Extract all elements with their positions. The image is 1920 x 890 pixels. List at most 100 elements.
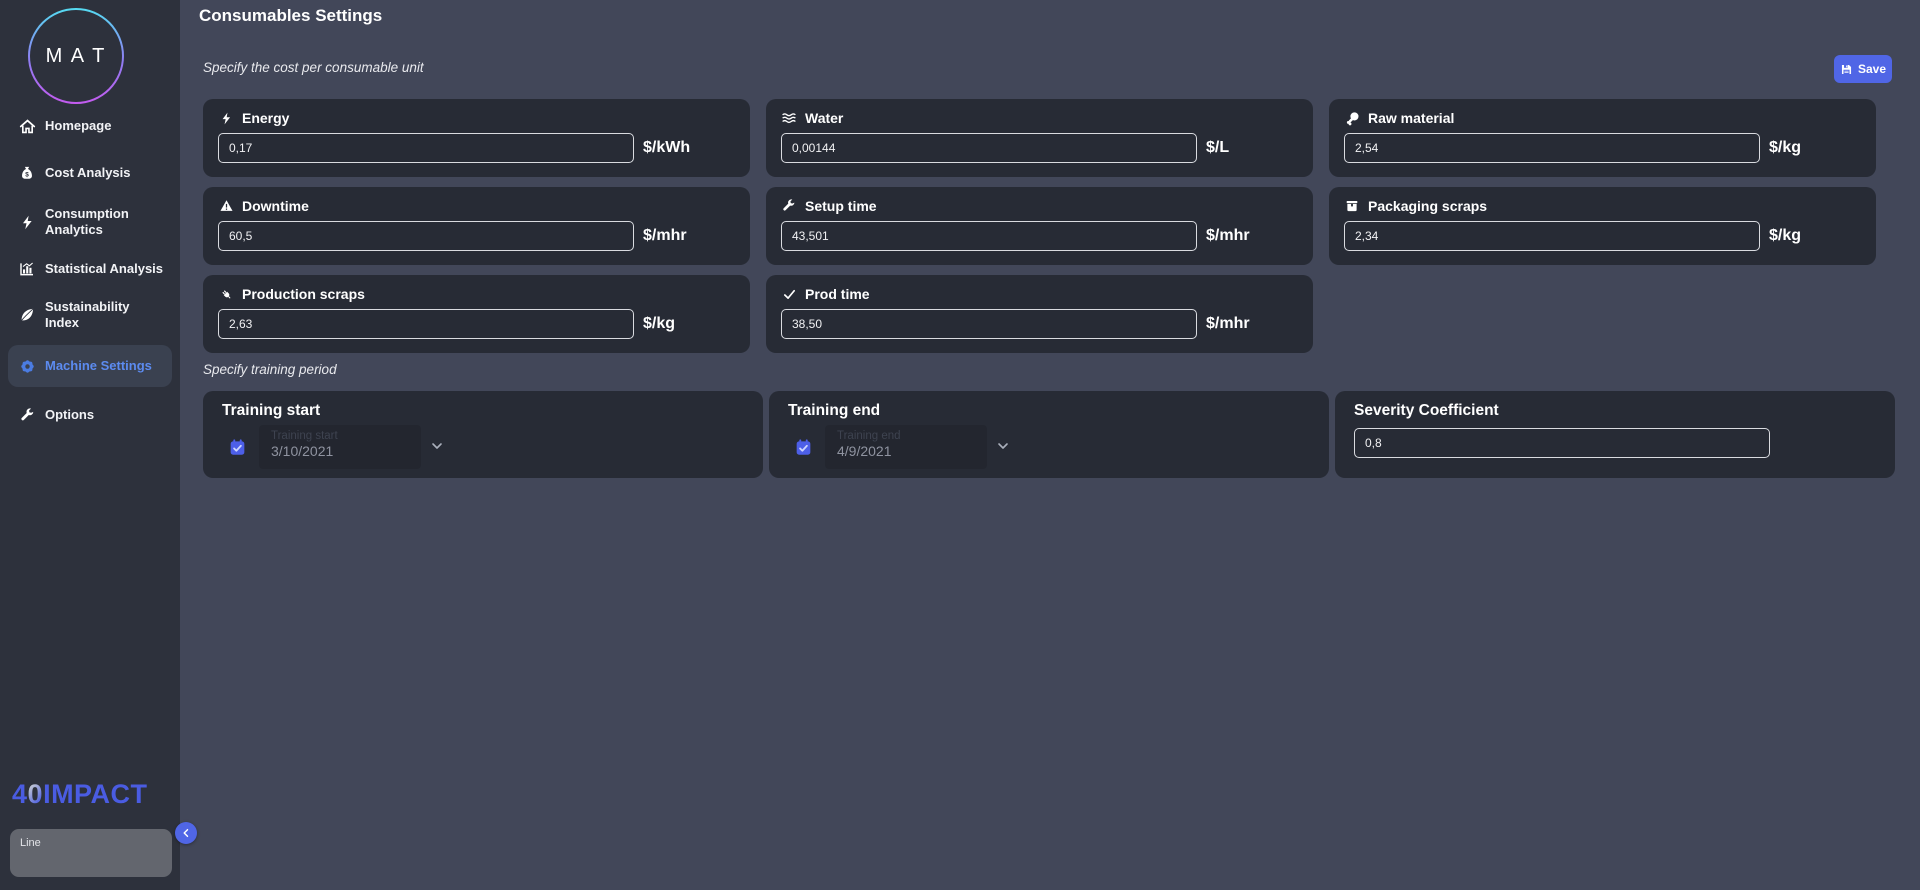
sidebar-item-machine-settings[interactable]: Machine Settings [8, 345, 172, 387]
drumstick-icon [1344, 111, 1360, 126]
sidebar-item-cost-analysis[interactable]: $ Cost Analysis [0, 159, 180, 187]
unit-label: $/kg [643, 315, 675, 333]
training-start-field-label: Training start [271, 430, 411, 442]
sidebar-item-label: Homepage [45, 118, 111, 134]
package-icon [1344, 199, 1360, 213]
training-section-label: Specify training period [203, 362, 337, 377]
severity-coefficient-title: Severity Coefficient [1354, 402, 1879, 420]
card-downtime: Downtime $/mhr [203, 187, 750, 265]
energy-cost-input[interactable] [218, 133, 634, 163]
training-start-title: Training start [222, 402, 747, 420]
unit-label: $/kg [1769, 139, 1801, 157]
home-icon [17, 118, 37, 135]
sidebar-item-label: Sustainability Index [45, 299, 163, 332]
training-row: Training start Training start 3/10/2021 [203, 391, 1895, 478]
bolt-icon [17, 214, 37, 231]
app-logo: M A T [28, 8, 124, 104]
brand-rest: IMPACT [43, 779, 148, 809]
card-energy: Energy $/kWh [203, 99, 750, 177]
svg-text:$: $ [25, 171, 29, 178]
unit-label: $/mhr [643, 227, 687, 245]
gear-icon [17, 358, 37, 375]
card-severity-coefficient: Severity Coefficient [1335, 391, 1895, 478]
app-logo-text: M A T [30, 10, 122, 102]
wrench-icon [17, 408, 37, 423]
production-scraps-cost-input[interactable] [218, 309, 634, 339]
card-title: Water [805, 110, 843, 126]
chevron-down-icon[interactable] [995, 438, 1011, 459]
calendar-check-icon [228, 438, 247, 457]
training-end-date-picker[interactable]: Training end 4/9/2021 [825, 425, 987, 469]
leaf-icon [17, 307, 37, 323]
main-content: Consumables Settings Specify the cost pe… [180, 0, 1920, 890]
consumables-section-label: Specify the cost per consumable unit [203, 60, 424, 75]
water-cost-input[interactable] [781, 133, 1197, 163]
training-end-field-label: Training end [837, 430, 977, 442]
card-raw-material: Raw material $/kg [1329, 99, 1876, 177]
unit-label: $/mhr [1206, 315, 1250, 333]
card-title: Energy [242, 110, 289, 126]
card-water: Water $/L [766, 99, 1313, 177]
packaging-scraps-cost-input[interactable] [1344, 221, 1760, 251]
bolt-icon [218, 111, 234, 126]
setup-time-cost-input[interactable] [781, 221, 1197, 251]
floppy-disk-icon [1840, 63, 1853, 76]
card-prod-time: Prod time $/mhr [766, 275, 1313, 353]
sidebar-item-options[interactable]: Options [0, 401, 180, 429]
sidebar-item-label: Machine Settings [45, 358, 152, 374]
line-panel-label: Line [20, 837, 41, 849]
card-title: Production scraps [242, 286, 365, 302]
sidebar-item-statistical-analysis[interactable]: Statistical Analysis [0, 255, 180, 283]
card-setup-time: Setup time $/mhr [766, 187, 1313, 265]
training-start-date-picker[interactable]: Training start 3/10/2021 [259, 425, 421, 469]
severity-coefficient-input[interactable] [1354, 428, 1770, 458]
raw-material-cost-input[interactable] [1344, 133, 1760, 163]
downtime-cost-input[interactable] [218, 221, 634, 251]
unit-label: $/kWh [643, 139, 690, 157]
card-title: Prod time [805, 286, 870, 302]
sidebar-item-homepage[interactable]: Homepage [0, 112, 180, 140]
card-title: Setup time [805, 198, 877, 214]
training-end-date-value: 4/9/2021 [837, 443, 977, 459]
training-start-date-value: 3/10/2021 [271, 443, 411, 459]
save-button-label: Save [1858, 62, 1886, 76]
prod-time-cost-input[interactable] [781, 309, 1197, 339]
brand-four: 4 [12, 779, 28, 809]
sidebar-item-label: Consumption Analytics [45, 206, 163, 239]
plug-icon [218, 287, 234, 302]
sidebar-item-label: Cost Analysis [45, 165, 131, 181]
unit-label: $/mhr [1206, 227, 1250, 245]
sidebar-collapse-button[interactable] [175, 822, 197, 844]
card-title: Raw material [1368, 110, 1454, 126]
wrench-icon [781, 199, 797, 213]
consumables-grid: Energy $/kWh Water $/L [203, 99, 1883, 353]
calendar-check-icon [794, 438, 813, 457]
app-root: M A T Homepage $ Cost Analysis Consumpti… [0, 0, 1920, 890]
bar-chart-icon [17, 261, 37, 277]
waves-icon [781, 110, 797, 126]
card-title: Downtime [242, 198, 309, 214]
brand-zero: 0 [28, 779, 44, 809]
save-button[interactable]: Save [1834, 55, 1892, 83]
card-training-start: Training start Training start 3/10/2021 [203, 391, 763, 478]
card-title: Packaging scraps [1368, 198, 1487, 214]
chevron-down-icon[interactable] [429, 438, 445, 459]
unit-label: $/L [1206, 139, 1229, 157]
money-bag-icon: $ [17, 165, 37, 181]
sidebar: M A T Homepage $ Cost Analysis Consumpti… [0, 0, 180, 890]
sidebar-item-consumption-analytics[interactable]: Consumption Analytics [0, 201, 180, 243]
line-panel: Line [10, 829, 172, 877]
card-training-end: Training end Training end 4/9/2021 [769, 391, 1329, 478]
brand-logo: 40IMPACT [12, 779, 148, 810]
check-icon [781, 288, 797, 301]
unit-label: $/kg [1769, 227, 1801, 245]
sidebar-item-label: Statistical Analysis [45, 261, 163, 277]
training-end-title: Training end [788, 402, 1313, 420]
warning-icon [218, 199, 234, 213]
sidebar-item-sustainability-index[interactable]: Sustainability Index [0, 301, 180, 329]
sidebar-item-label: Options [45, 407, 94, 423]
chevron-left-icon [180, 827, 192, 839]
card-packaging-scraps: Packaging scraps $/kg [1329, 187, 1876, 265]
page-title: Consumables Settings [199, 6, 382, 26]
card-production-scraps: Production scraps $/kg [203, 275, 750, 353]
